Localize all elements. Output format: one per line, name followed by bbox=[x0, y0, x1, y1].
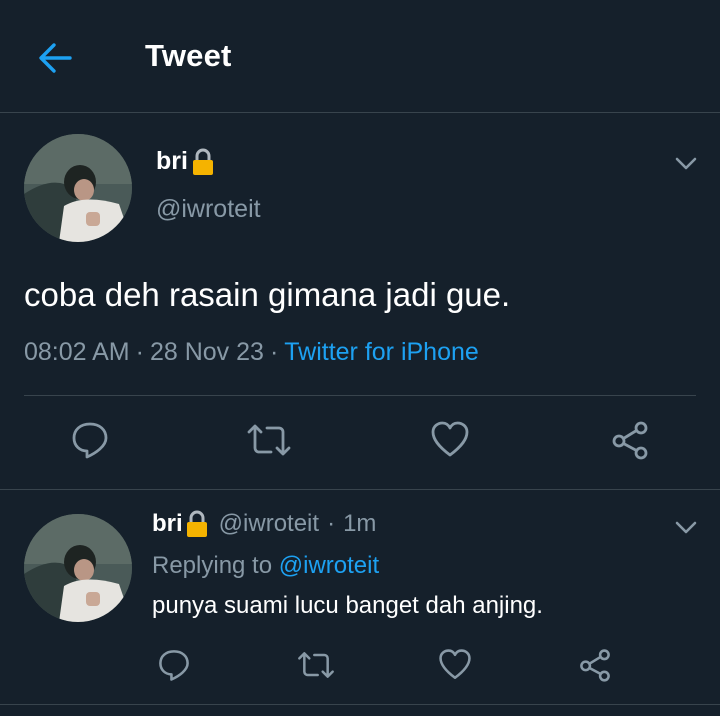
tweet-options-button[interactable] bbox=[672, 150, 700, 178]
retweet-button[interactable] bbox=[245, 420, 293, 465]
retweet-icon bbox=[247, 424, 291, 456]
reply-reply-button[interactable] bbox=[157, 648, 191, 687]
reply-share-button[interactable] bbox=[578, 648, 612, 687]
header-divider bbox=[0, 112, 720, 113]
tweet-time: 08:02 AM bbox=[24, 338, 130, 366]
share-icon bbox=[580, 649, 610, 682]
like-icon bbox=[439, 649, 471, 680]
lock-icon bbox=[192, 148, 213, 175]
author-handle[interactable]: @iwroteit bbox=[156, 195, 261, 224]
reply-icon bbox=[72, 422, 108, 459]
tweet-source-link[interactable]: Twitter for iPhone bbox=[284, 338, 479, 366]
chevron-down-icon bbox=[675, 521, 697, 534]
lock-icon bbox=[186, 510, 207, 537]
share-icon bbox=[612, 421, 648, 460]
bottom-divider bbox=[0, 704, 720, 705]
header-bar: Tweet bbox=[0, 0, 720, 112]
replying-to-mention[interactable]: @iwroteit bbox=[279, 552, 379, 579]
arrow-left-icon bbox=[39, 43, 72, 73]
back-button[interactable] bbox=[34, 38, 78, 78]
section-divider bbox=[0, 489, 720, 490]
reply-header: bri @iwroteit · 1m bbox=[152, 510, 376, 538]
meta-divider bbox=[24, 395, 696, 396]
like-button[interactable] bbox=[430, 420, 470, 465]
meta-separator: · bbox=[135, 338, 144, 366]
reply-retweet-button[interactable] bbox=[296, 648, 336, 687]
reply-like-button[interactable] bbox=[438, 648, 472, 687]
reply-icon bbox=[159, 650, 189, 681]
reply-separator: · bbox=[327, 510, 336, 537]
reply-timestamp: 1m bbox=[343, 510, 377, 537]
reply-options-button[interactable] bbox=[672, 514, 700, 542]
share-button[interactable] bbox=[610, 420, 650, 465]
author-name[interactable]: bri bbox=[156, 147, 215, 176]
tweet-date: 28 Nov 23 bbox=[149, 338, 264, 366]
page-title: Tweet bbox=[145, 38, 232, 73]
tweet-text: coba deh rasain gimana jadi gue. bbox=[24, 276, 511, 313]
reply-author-name[interactable]: bri bbox=[152, 510, 209, 538]
reply-text: punya suami lucu banget dah anjing. bbox=[152, 592, 543, 619]
chevron-down-icon bbox=[675, 157, 697, 170]
reply-button[interactable] bbox=[70, 420, 110, 465]
avatar[interactable] bbox=[24, 134, 132, 242]
reply-author-handle[interactable]: @iwroteit bbox=[219, 510, 319, 538]
tweet-meta: 08:02 AM · 28 Nov 23 · Twitter for iPhone bbox=[24, 338, 479, 367]
retweet-icon bbox=[298, 652, 334, 678]
replying-label: Replying to bbox=[152, 552, 273, 579]
reply-avatar[interactable] bbox=[24, 514, 132, 622]
meta-separator: · bbox=[269, 338, 279, 366]
like-icon bbox=[431, 421, 469, 457]
replying-to-line: Replying to @iwroteit bbox=[152, 552, 379, 580]
